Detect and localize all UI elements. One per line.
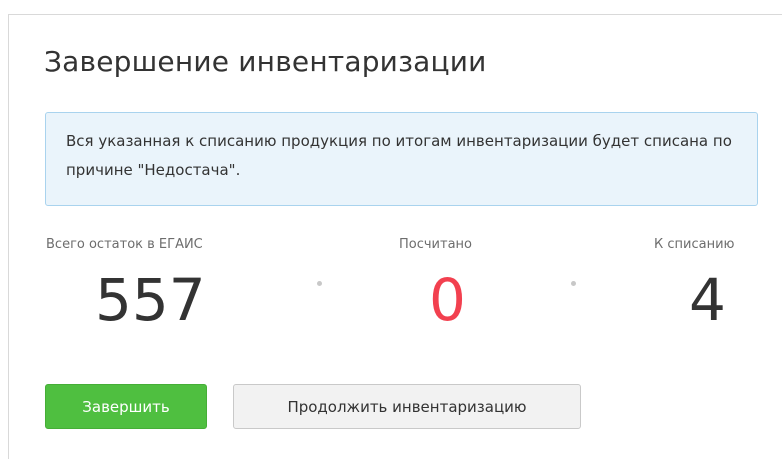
stat-label-egais-total: Всего остаток в ЕГАИС [46, 237, 203, 252]
finish-button[interactable]: Завершить [45, 384, 207, 429]
stat-label-counted: Посчитано [399, 237, 472, 252]
stat-value-writeoff: 4 [689, 266, 726, 334]
dialog-title: Завершение инвентаризации [44, 45, 487, 78]
separator-dot [317, 281, 322, 286]
stat-value-counted: 0 [429, 266, 466, 334]
writeoff-notice: Вся указанная к списанию продукция по ит… [45, 112, 758, 206]
stat-label-writeoff: К списанию [654, 237, 735, 252]
finish-inventory-dialog: Завершение инвентаризации Вся указанная … [8, 14, 782, 459]
continue-inventory-button[interactable]: Продолжить инвентаризацию [233, 384, 581, 429]
separator-dot [571, 281, 576, 286]
stat-value-egais-total: 557 [95, 266, 206, 334]
